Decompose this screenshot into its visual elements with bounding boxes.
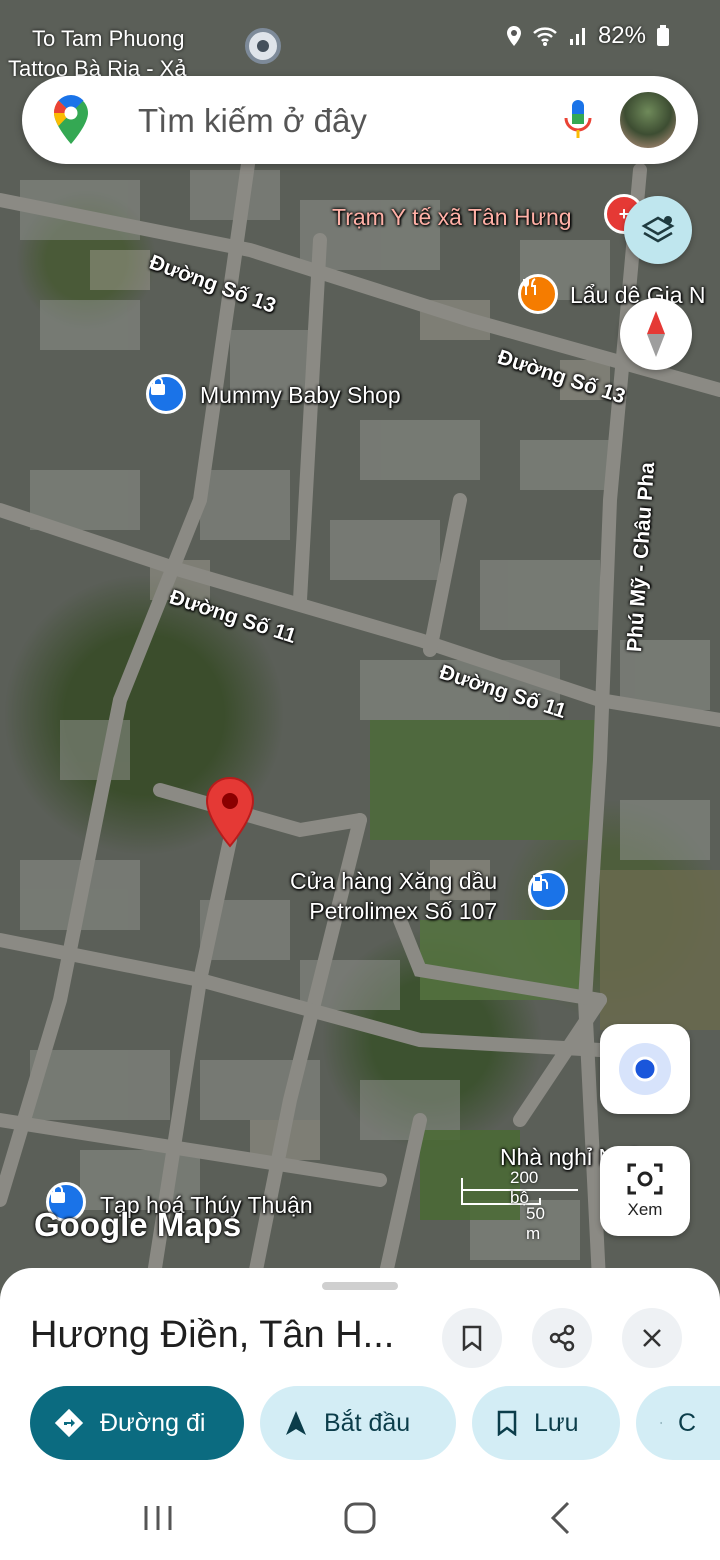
map-layers-button[interactable] (624, 196, 692, 264)
view-button-label: Xem (627, 1200, 663, 1219)
gas-station-name-line1: Cửa hàng Xăng dầu (290, 868, 498, 894)
back-icon[interactable] (548, 1500, 572, 1536)
close-icon (643, 1329, 661, 1347)
compass-icon (647, 311, 665, 357)
compass-button[interactable] (620, 298, 692, 370)
sheet-drag-handle[interactable] (322, 1282, 398, 1290)
selected-location-pin-icon[interactable] (204, 776, 256, 848)
poi-label-clinic[interactable]: Trạm Y tế xã Tân Hưng (332, 204, 572, 231)
directions-icon (54, 1408, 84, 1438)
close-sheet-button[interactable] (622, 1308, 682, 1368)
bookmark-icon (497, 1410, 517, 1436)
share-chip[interactable]: C (636, 1386, 720, 1460)
account-avatar[interactable] (618, 90, 678, 150)
restaurant-icon[interactable] (518, 274, 558, 314)
place-bottom-sheet[interactable]: Hương Điền, Tân H... Đường đi Bắt đầu Lư… (0, 1268, 720, 1478)
share-icon (660, 1422, 662, 1424)
save-place-button[interactable] (442, 1308, 502, 1368)
google-maps-pin-logo-icon (54, 95, 88, 144)
my-location-button[interactable] (600, 1024, 690, 1114)
location-indicator-icon (245, 28, 281, 64)
poi-label-shop[interactable]: Mummy Baby Shop (200, 382, 401, 409)
share-chip-label: C (677, 1408, 696, 1437)
scale-m-label: 50 m (526, 1204, 545, 1243)
save-chip-label: Lưu (534, 1408, 579, 1437)
battery-percentage: 82% (597, 22, 646, 49)
shopping-bag-icon[interactable] (146, 374, 186, 414)
location-status-icon (506, 26, 521, 46)
status-bar: To Tam Phuong Tattoo Bà Rịa - Xả 82% (0, 0, 720, 81)
layers-icon (641, 216, 675, 243)
street-view-icon (627, 1163, 663, 1195)
search-bar[interactable]: Tìm kiếm ở đây (22, 76, 698, 164)
directions-chip-label: Đường đi (100, 1408, 206, 1437)
place-title: Hương Điền, Tân H... (30, 1314, 395, 1356)
share-icon (549, 1324, 575, 1352)
street-view-button[interactable]: Xem (600, 1146, 690, 1236)
save-chip[interactable]: Lưu (472, 1386, 620, 1460)
start-chip[interactable]: Bắt đầu (260, 1386, 456, 1460)
gas-station-icon[interactable] (528, 870, 568, 910)
battery-icon (657, 25, 669, 46)
google-maps-watermark: Google Maps (34, 1206, 242, 1243)
gas-station-name-line2: Petrolimex Số 107 (309, 898, 498, 924)
notification-line-1: To Tam Phuong (32, 26, 185, 51)
status-icons: 82% (506, 22, 670, 50)
navigation-arrow-icon (286, 1411, 306, 1435)
start-chip-label: Bắt đầu (324, 1408, 411, 1437)
signal-icon (569, 28, 585, 45)
scale-ft-label: 200 bộ (510, 1168, 539, 1207)
my-location-icon (619, 1043, 671, 1095)
share-place-button[interactable] (532, 1308, 592, 1368)
home-icon[interactable] (342, 1500, 378, 1536)
bookmark-icon (462, 1325, 482, 1351)
system-navigation-bar (0, 1478, 720, 1560)
notification-ticker: To Tam Phuong Tattoo Bà Rịa - Xả (8, 24, 187, 84)
directions-chip[interactable]: Đường đi (30, 1386, 244, 1460)
poi-label-gas-station[interactable]: Cửa hàng Xăng dầu Petrolimex Số 107 (290, 866, 497, 926)
microphone-icon[interactable] (562, 98, 594, 142)
recent-apps-icon[interactable] (142, 1502, 174, 1534)
wifi-icon (533, 27, 557, 46)
search-input[interactable]: Tìm kiếm ở đây (138, 102, 367, 140)
